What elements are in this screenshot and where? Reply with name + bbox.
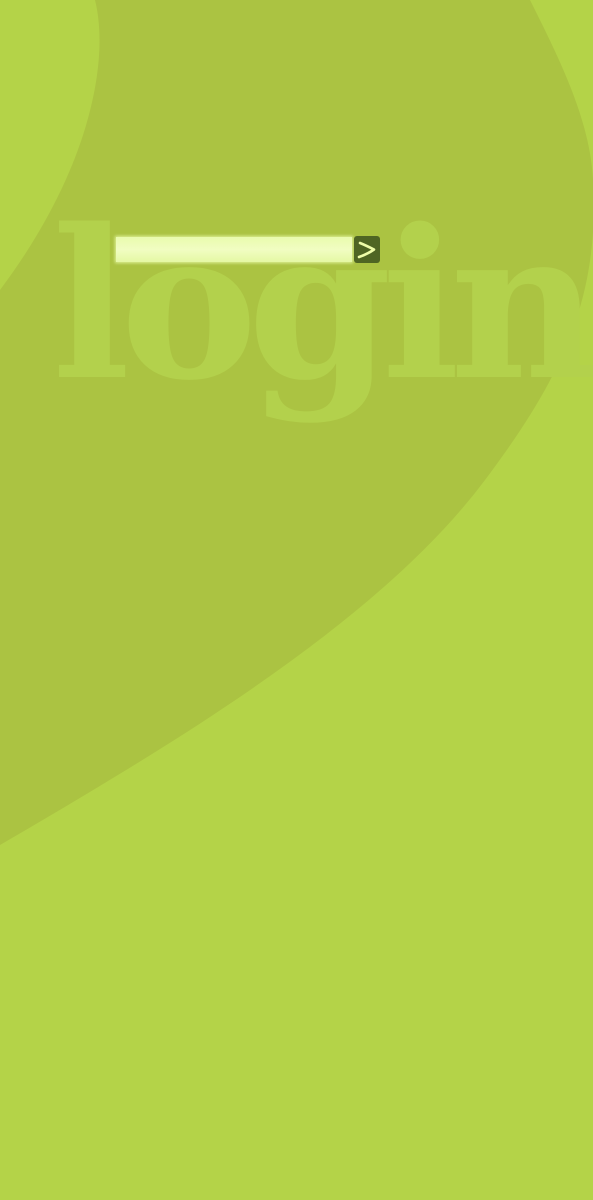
login-form: [116, 236, 382, 264]
login-page: login: [0, 0, 593, 1200]
submit-button[interactable]: [354, 236, 380, 263]
login-watermark: login: [52, 184, 593, 426]
login-input[interactable]: [116, 237, 352, 262]
background-swoosh: [0, 0, 593, 845]
chevron-right-arrow-icon: [357, 241, 376, 259]
